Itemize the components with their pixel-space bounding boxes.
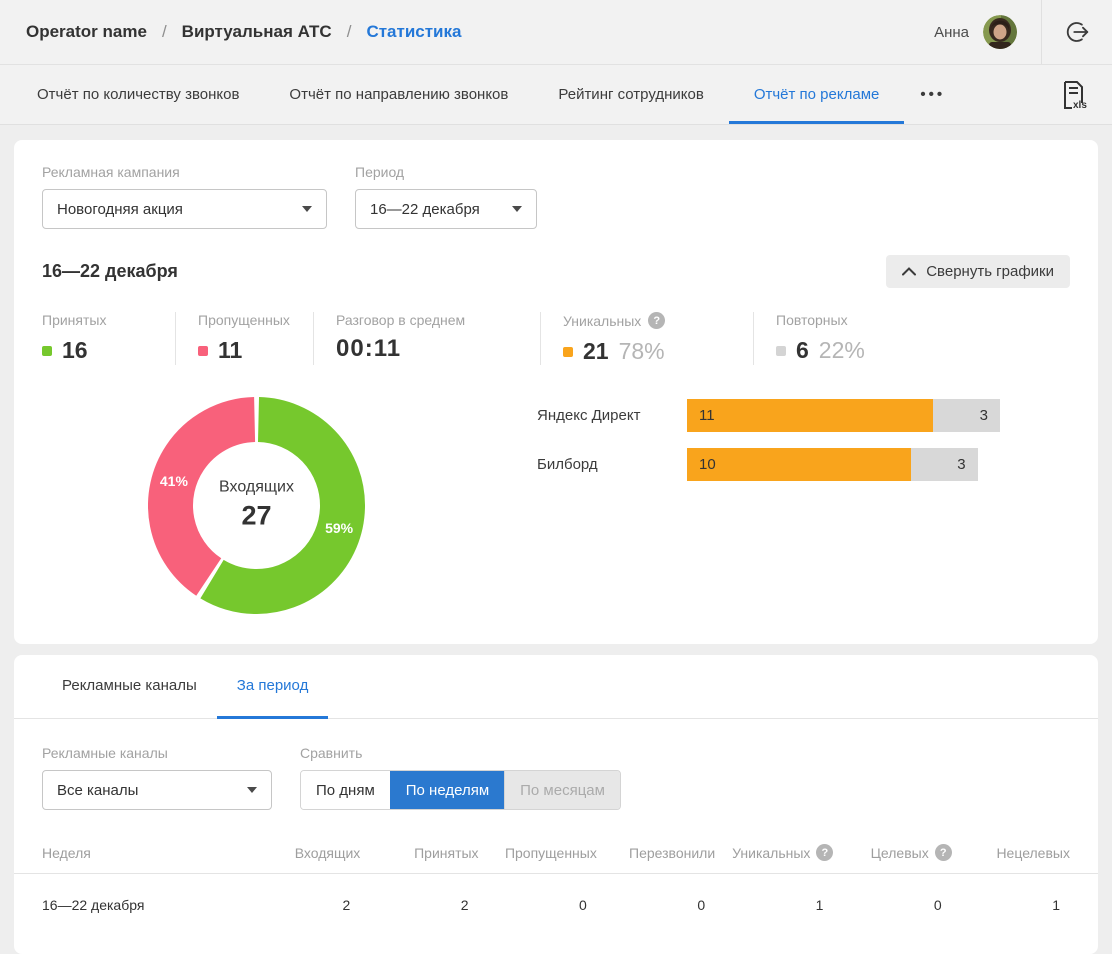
breadcrumb-vats[interactable]: Виртуальная АТС — [182, 22, 332, 42]
campaign-filter: Рекламная кампания Новогодняя акция — [42, 164, 327, 229]
stats-row: Принятых 16 Пропущенных 11 Разговор в ср… — [42, 312, 1070, 365]
xls-export-icon: xls — [1060, 79, 1088, 111]
bar-repeat: 3 — [933, 399, 1000, 432]
period-filter: Период 16—22 декабря — [355, 164, 537, 229]
compare-filter: Сравнить По дням По неделям По месяцам — [300, 745, 621, 810]
period-select[interactable]: 16—22 декабря — [355, 189, 537, 229]
top-header: Operator name / Виртуальная АТС / Статис… — [0, 0, 1112, 65]
period-panel-tabs: Рекламные каналы За период — [14, 655, 1098, 719]
stat-avg-talk: Разговор в среднем 00:11 — [313, 312, 540, 365]
table-row: 16—22 декабря 2 2 0 0 1 0 1 — [14, 874, 1098, 936]
channels-bar-chart: Яндекс Директ 11 3 Билборд 10 3 — [537, 397, 1070, 497]
chevron-down-icon — [247, 787, 257, 793]
tab-ad-report[interactable]: Отчёт по рекламе — [729, 65, 905, 124]
compare-segmented-control: По дням По неделям По месяцам — [300, 770, 621, 810]
chevron-down-icon — [302, 206, 312, 212]
chevron-down-icon — [512, 206, 522, 212]
period-table-card: Рекламные каналы За период Рекламные кан… — [14, 655, 1098, 954]
channels-select[interactable]: Все каналы — [42, 770, 272, 810]
col-called-back: Перезвонили — [597, 845, 715, 861]
col-target: Целевых ? — [833, 844, 951, 861]
pie-percent-label: 41% — [154, 473, 194, 489]
chevron-up-icon — [902, 267, 916, 276]
logout-icon — [1064, 19, 1090, 45]
bar-category-label: Яндекс Директ — [537, 407, 687, 424]
col-unique: Уникальных ? — [715, 844, 833, 861]
breadcrumb-separator: / — [347, 22, 352, 42]
target-column-help-icon[interactable]: ? — [935, 844, 952, 861]
tab-call-count-report[interactable]: Отчёт по количеству звонков — [12, 65, 264, 124]
more-tabs-button[interactable]: ••• — [904, 65, 961, 124]
period-filter-label: Период — [355, 164, 537, 180]
bar-unique: 10 — [687, 448, 911, 481]
unique-help-icon[interactable]: ? — [648, 312, 665, 329]
stat-accepted: Принятых 16 — [42, 312, 175, 365]
bar-unique: 11 — [687, 399, 933, 432]
channels-select-value: Все каналы — [57, 782, 138, 799]
stat-repeat: Повторных 6 22% — [753, 312, 887, 365]
incoming-calls-donut-chart: Входящих 27 59%41% — [148, 397, 365, 614]
channels-filter: Рекламные каналы Все каналы — [42, 745, 272, 810]
logout-button[interactable] — [1042, 0, 1112, 64]
segment-by-days[interactable]: По дням — [301, 771, 390, 809]
campaign-filter-label: Рекламная кампания — [42, 164, 327, 180]
breadcrumb-operator[interactable]: Operator name — [26, 22, 147, 42]
unique-legend-square — [563, 347, 573, 357]
campaign-select[interactable]: Новогодняя акция — [42, 189, 327, 229]
period-title: 16—22 декабря — [42, 261, 178, 282]
segment-by-months: По месяцам — [504, 771, 620, 809]
tab-call-direction-report[interactable]: Отчёт по направлению звонков — [264, 65, 533, 124]
campaign-select-value: Новогодняя акция — [57, 201, 183, 218]
stat-unique: Уникальных ? 21 78% — [540, 312, 753, 365]
tab-by-period[interactable]: За период — [217, 655, 329, 719]
breadcrumb-statistics: Статистика — [366, 22, 461, 42]
col-non-target: Нецелевых — [952, 845, 1070, 861]
segment-by-weeks[interactable]: По неделям — [390, 771, 504, 809]
pie-percent-label: 59% — [319, 520, 359, 536]
missed-legend-square — [198, 346, 208, 356]
user-name: Анна — [934, 24, 969, 41]
svg-text:xls: xls — [1073, 100, 1087, 111]
repeat-legend-square — [776, 346, 786, 356]
period-select-value: 16—22 декабря — [370, 201, 480, 218]
unique-column-help-icon[interactable]: ? — [816, 844, 833, 861]
col-week: Неделя — [42, 845, 242, 861]
tab-employee-rating[interactable]: Рейтинг сотрудников — [533, 65, 728, 124]
col-accepted: Принятых — [360, 845, 478, 861]
accepted-legend-square — [42, 346, 52, 356]
ellipsis-icon: ••• — [920, 86, 945, 103]
period-stats-table: Неделя Входящих Принятых Пропущенных Пер… — [14, 832, 1098, 936]
table-header: Неделя Входящих Принятых Пропущенных Пер… — [14, 832, 1098, 874]
channels-filter-label: Рекламные каналы — [42, 745, 272, 761]
col-missed: Пропущенных — [479, 845, 597, 861]
bar-row: Яндекс Директ 11 3 — [537, 399, 1070, 432]
ad-report-card: Рекламная кампания Новогодняя акция Пери… — [14, 140, 1098, 644]
breadcrumb: Operator name / Виртуальная АТС / Статис… — [26, 22, 461, 42]
tab-ad-channels[interactable]: Рекламные каналы — [42, 655, 217, 719]
compare-filter-label: Сравнить — [300, 745, 621, 761]
report-tabbar: Отчёт по количеству звонков Отчёт по нап… — [0, 65, 1112, 125]
bar-category-label: Билборд — [537, 456, 687, 473]
breadcrumb-separator: / — [162, 22, 167, 42]
bar-row: Билборд 10 3 — [537, 448, 1070, 481]
export-xls-button[interactable]: xls — [1060, 65, 1088, 124]
col-incoming: Входящих — [242, 845, 360, 861]
avatar[interactable] — [983, 15, 1017, 49]
stat-missed: Пропущенных 11 — [175, 312, 313, 365]
bar-repeat: 3 — [911, 448, 978, 481]
collapse-charts-button[interactable]: Свернуть графики — [886, 255, 1070, 288]
